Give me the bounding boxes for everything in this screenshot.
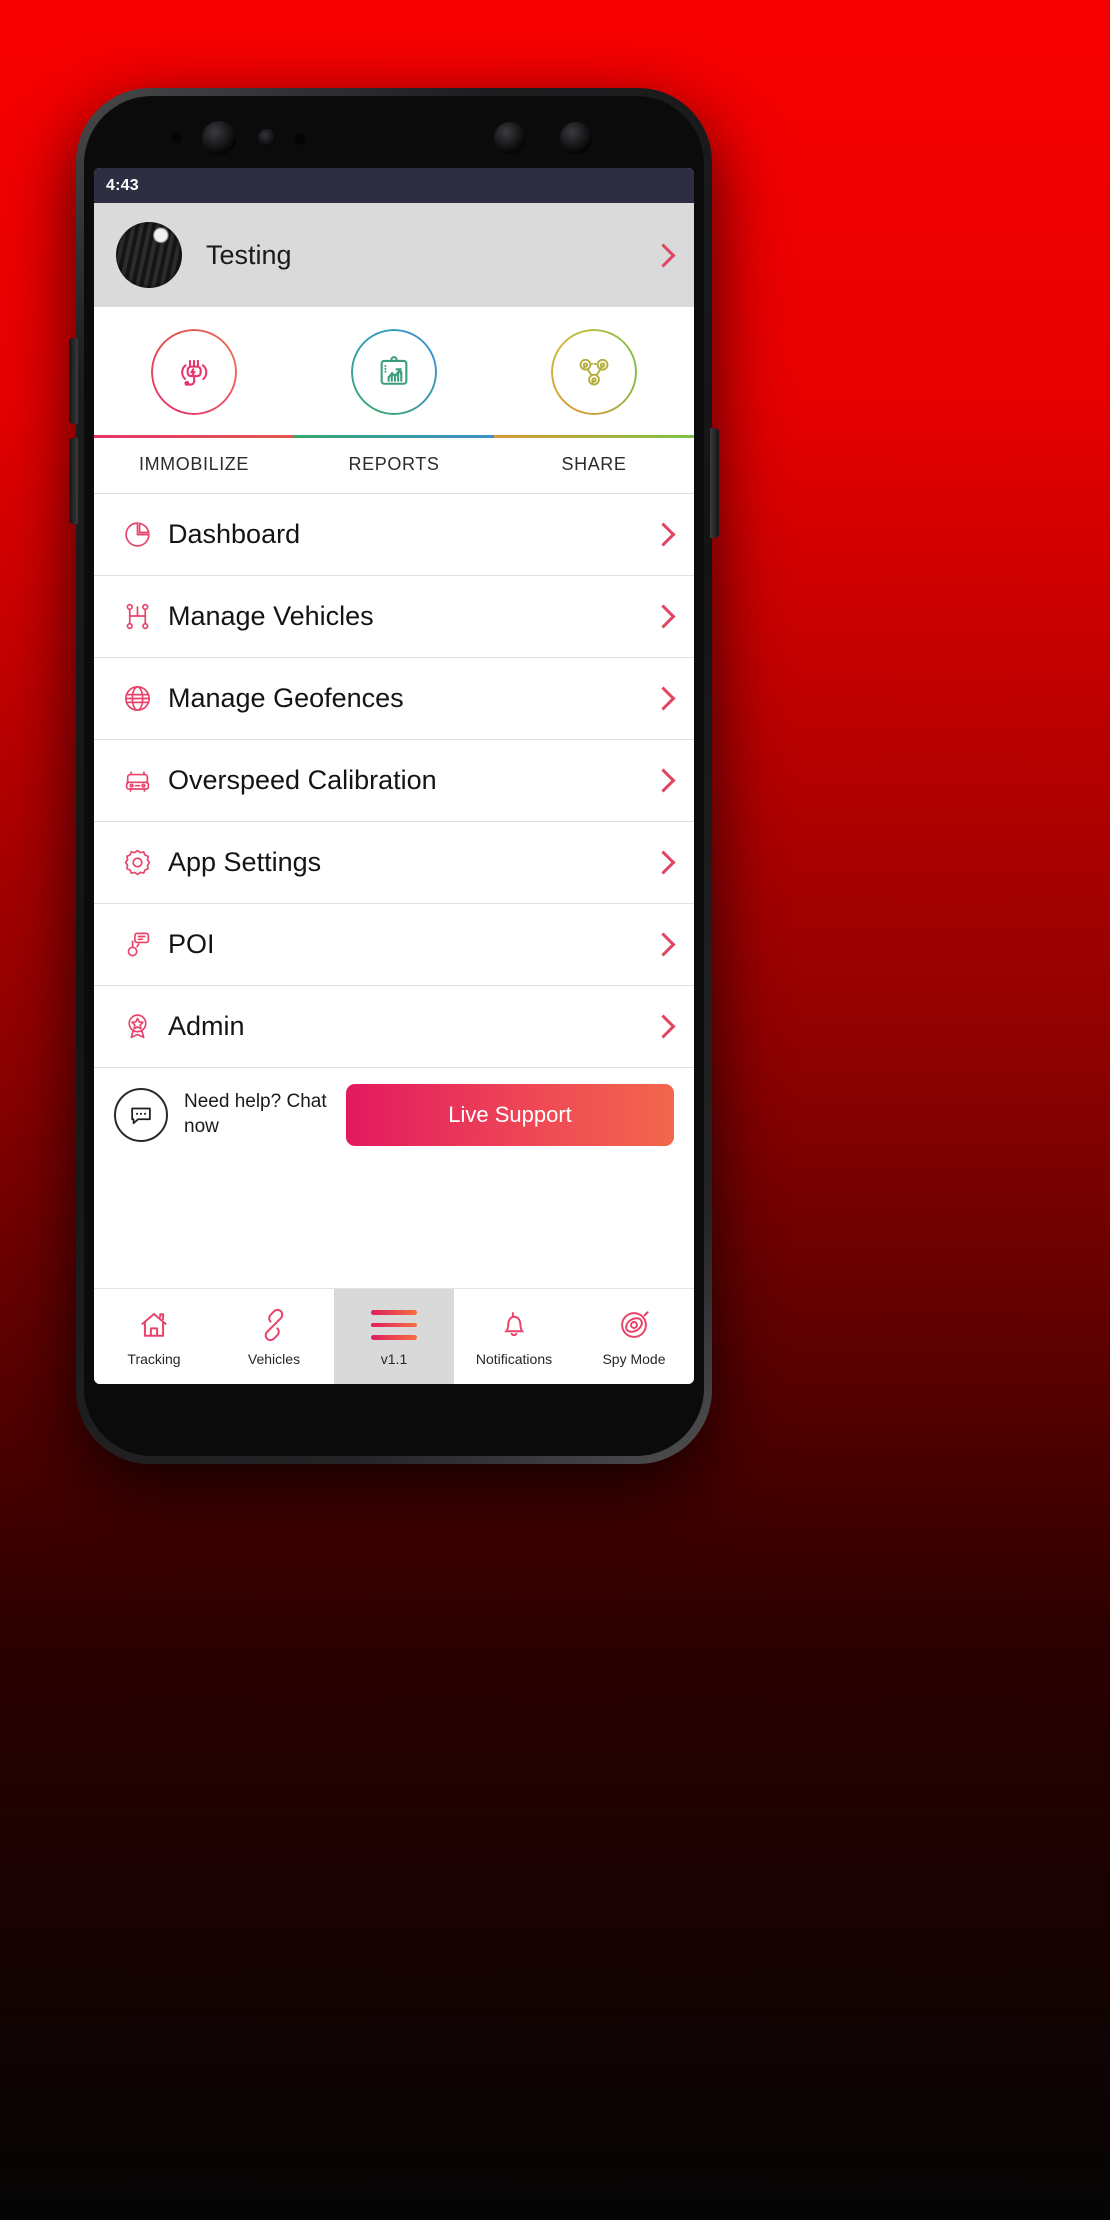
quick-action-icons <box>94 329 694 415</box>
menu-item-admin[interactable]: Admin <box>94 985 694 1067</box>
menu-item-label: App Settings <box>168 847 322 877</box>
chat-bubble-icon[interactable] <box>114 1088 168 1142</box>
volume-down-button[interactable] <box>69 438 78 524</box>
tab-tracking[interactable]: Tracking <box>94 1289 214 1384</box>
car-icon <box>116 765 158 796</box>
underline-reports <box>294 435 494 438</box>
bell-icon <box>497 1306 531 1344</box>
hamburger-menu-icon <box>371 1306 417 1344</box>
profile-header[interactable]: Testing <box>94 203 694 307</box>
front-camera-icon <box>202 121 236 155</box>
tab-label: v1.1 <box>380 1351 408 1367</box>
tab-notifications[interactable]: Notifications <box>454 1289 574 1384</box>
light-sensor-icon <box>294 133 306 145</box>
plug-immobilize-icon[interactable] <box>151 329 237 415</box>
menu-item-poi[interactable]: POI <box>94 903 694 985</box>
support-text: Need help? Chat now <box>184 1091 327 1137</box>
iris-scanner-icon <box>494 122 526 154</box>
status-bar-time: 4:43 <box>106 176 139 194</box>
menu-item-label: Dashboard <box>168 519 301 549</box>
menu-item-manage-geofences[interactable]: Manage Geofences <box>94 657 694 739</box>
menu-item-label: Manage Geofences <box>168 683 404 713</box>
chevron-right-icon[interactable] <box>651 932 676 957</box>
tab-menu-version[interactable]: v1.1 <box>334 1289 454 1384</box>
profile-name: Testing <box>206 239 292 270</box>
secondary-camera-icon <box>560 122 592 154</box>
tab-label: Tracking <box>127 1351 181 1367</box>
quick-actions: IMMOBILIZE REPORTS SHARE <box>94 307 694 493</box>
link-chain-icon <box>257 1306 291 1344</box>
map-pin-message-icon <box>116 929 158 960</box>
tab-label: Notifications <box>475 1351 553 1367</box>
chevron-right-icon[interactable] <box>651 522 676 547</box>
underline-immobilize <box>94 435 294 438</box>
menu-item-label: POI <box>168 929 215 959</box>
chevron-right-icon[interactable] <box>651 768 676 793</box>
bottom-tab-bar: Tracking Vehicles v1.1 Notifications Spy… <box>94 1288 694 1384</box>
quick-action-label-reports: REPORTS <box>348 454 440 474</box>
quick-action-immobilize[interactable] <box>94 329 294 415</box>
volume-up-button[interactable] <box>69 338 78 424</box>
gear-shift-icon <box>116 601 158 632</box>
quick-action-label-share: SHARE <box>561 454 627 474</box>
report-chart-clipboard-icon[interactable] <box>351 329 437 415</box>
menu-list: Dashboard Manage Vehicles Manage Geofenc… <box>94 493 694 1067</box>
share-users-network-icon[interactable] <box>551 329 637 415</box>
menu-item-dashboard[interactable]: Dashboard <box>94 493 694 575</box>
quick-action-labels: IMMOBILIZE REPORTS SHARE <box>94 438 694 493</box>
chevron-right-icon[interactable] <box>651 1014 676 1039</box>
menu-item-manage-vehicles[interactable]: Manage Vehicles <box>94 575 694 657</box>
eye-target-icon <box>617 1306 651 1344</box>
tab-vehicles[interactable]: Vehicles <box>214 1289 334 1384</box>
menu-item-label: Manage Vehicles <box>168 601 374 631</box>
home-icon <box>137 1306 171 1344</box>
live-support-button[interactable]: Live Support <box>346 1084 674 1146</box>
menu-item-label: Overspeed Calibration <box>168 765 437 795</box>
menu-item-app-settings[interactable]: App Settings <box>94 821 694 903</box>
badge-star-icon <box>116 1011 158 1042</box>
quick-action-share[interactable] <box>494 329 694 415</box>
quick-action-underline <box>94 435 694 438</box>
menu-item-label: Admin <box>168 1011 245 1041</box>
tab-spy-mode[interactable]: Spy Mode <box>574 1289 694 1384</box>
chevron-right-icon[interactable] <box>651 604 676 629</box>
support-bar: Need help? Chat now Live Support <box>94 1067 694 1164</box>
gear-icon <box>116 847 158 878</box>
globe-icon <box>116 683 158 714</box>
tab-label: Vehicles <box>247 1351 301 1367</box>
pie-chart-icon <box>116 519 158 550</box>
quick-action-reports[interactable] <box>294 329 494 415</box>
chevron-right-icon[interactable] <box>651 242 676 268</box>
phone-screen: 4:43 Testing IMMOBILIZE REPORTS SHARE Da… <box>94 168 694 1384</box>
chevron-right-icon[interactable] <box>651 686 676 711</box>
menu-item-overspeed-calibration[interactable]: Overspeed Calibration <box>94 739 694 821</box>
avatar <box>116 222 182 288</box>
status-bar: 4:43 <box>94 168 694 203</box>
tab-label: Spy Mode <box>602 1351 666 1367</box>
quick-action-label-immobilize: IMMOBILIZE <box>138 454 249 474</box>
chevron-right-icon[interactable] <box>651 850 676 875</box>
underline-share <box>494 435 694 438</box>
sensor-dot-icon <box>172 133 182 143</box>
proximity-sensor-icon <box>258 129 276 147</box>
power-button[interactable] <box>710 428 719 538</box>
